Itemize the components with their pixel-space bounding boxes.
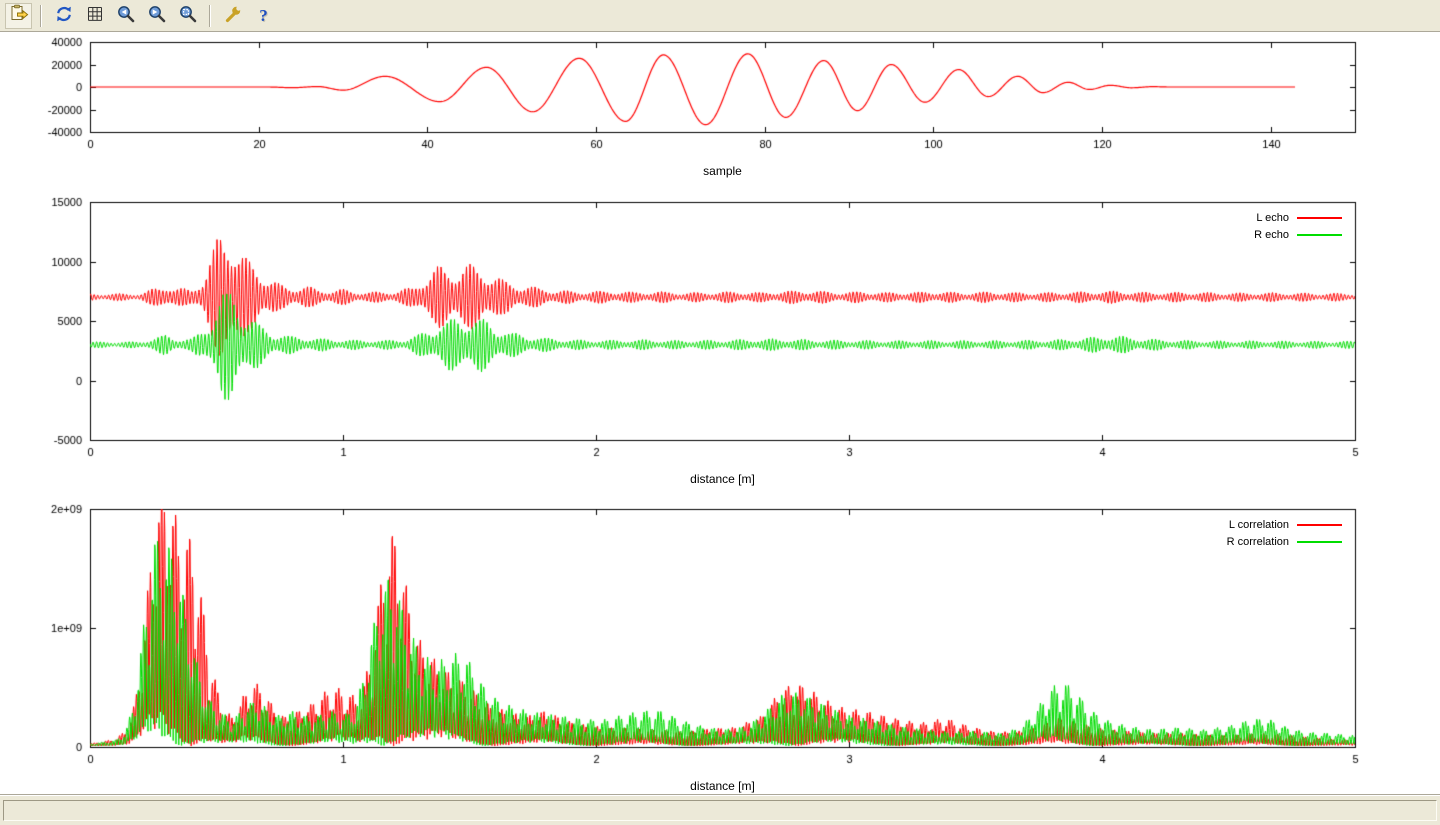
legend-label: R correlation bbox=[1227, 536, 1289, 548]
toolbar-separator bbox=[40, 5, 42, 27]
legend-entry-r-echo: R echo bbox=[1254, 226, 1342, 243]
legend-label: L correlation bbox=[1229, 519, 1289, 531]
plots-canvas[interactable] bbox=[0, 32, 1440, 795]
axis-title-distance-echo: distance [m] bbox=[90, 472, 1355, 486]
help-icon: ? bbox=[259, 7, 268, 24]
legend-label: R echo bbox=[1254, 229, 1289, 241]
replot-button[interactable] bbox=[50, 3, 77, 29]
toolbar: ? bbox=[0, 0, 1440, 32]
legend-correlation: L correlation R correlation bbox=[1227, 516, 1342, 550]
wrench-icon bbox=[223, 4, 243, 27]
status-field bbox=[3, 800, 1437, 821]
legend-line-sample bbox=[1297, 524, 1342, 526]
legend-entry-l-correlation: L correlation bbox=[1227, 516, 1342, 533]
legend-entry-l-echo: L echo bbox=[1254, 209, 1342, 226]
config-button[interactable] bbox=[219, 3, 246, 29]
toolbar-separator bbox=[209, 5, 211, 27]
axis-title-sample: sample bbox=[90, 164, 1355, 178]
autoscale-icon bbox=[178, 4, 198, 27]
zoom-next-button[interactable] bbox=[143, 3, 170, 29]
status-bar bbox=[0, 795, 1440, 825]
zoom-next-icon bbox=[147, 4, 167, 27]
legend-entry-r-correlation: R correlation bbox=[1227, 533, 1342, 550]
grid-button[interactable] bbox=[81, 3, 108, 29]
help-button[interactable]: ? bbox=[250, 3, 277, 29]
legend-line-sample bbox=[1297, 217, 1342, 219]
copy-button[interactable] bbox=[5, 3, 32, 29]
zoom-previous-button[interactable] bbox=[112, 3, 139, 29]
plot-window: ? sample distance [m] distance [m] L ech… bbox=[0, 0, 1440, 825]
replot-icon bbox=[54, 4, 74, 27]
legend-label: L echo bbox=[1256, 212, 1289, 224]
legend-line-sample bbox=[1297, 234, 1342, 236]
copy-to-clipboard-icon bbox=[9, 4, 29, 27]
autoscale-button[interactable] bbox=[174, 3, 201, 29]
legend-echo: L echo R echo bbox=[1254, 209, 1342, 243]
legend-line-sample bbox=[1297, 541, 1342, 543]
grid-icon bbox=[85, 4, 105, 27]
axis-title-distance-correlation: distance [m] bbox=[90, 779, 1355, 793]
zoom-previous-icon bbox=[116, 4, 136, 27]
